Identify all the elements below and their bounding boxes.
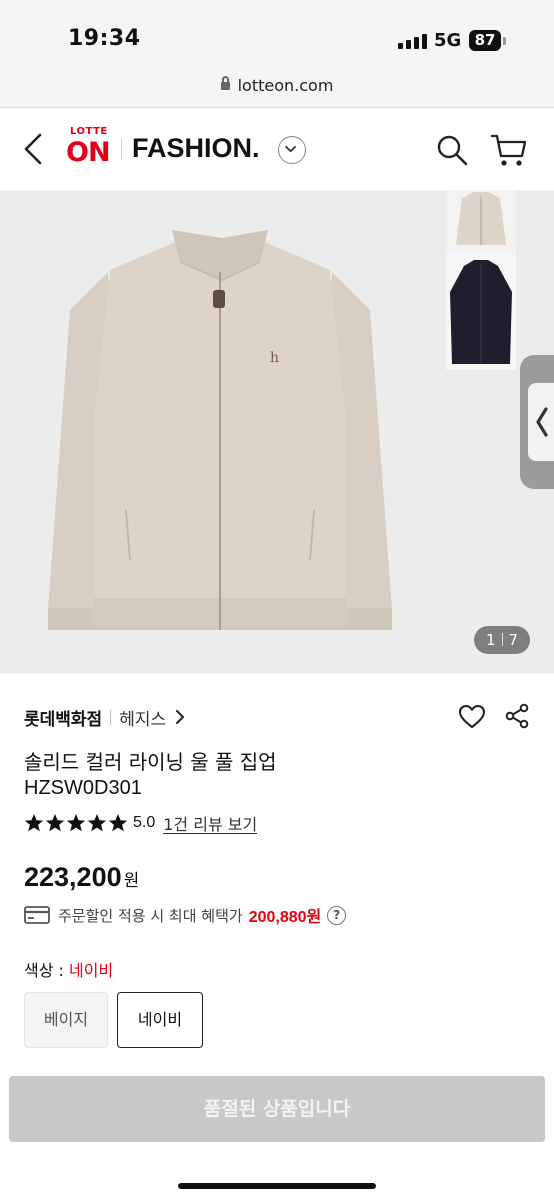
image-counter-total: 7 xyxy=(508,631,519,649)
status-bar: 19:34 5G 87 xyxy=(0,0,554,70)
image-counter: 17 xyxy=(474,626,530,654)
chevron-left-icon xyxy=(536,407,548,437)
chevron-down-icon xyxy=(285,145,296,153)
rating-score: 5.0 xyxy=(133,814,156,831)
max-benefit-row[interactable]: 주문할인 적용 시 최대 혜택가 200,880원 ? xyxy=(24,903,347,927)
help-icon[interactable]: ? xyxy=(327,905,347,925)
svg-text:h: h xyxy=(270,350,279,366)
back-icon[interactable] xyxy=(20,132,48,166)
lock-icon xyxy=(220,76,230,90)
site-header: LOTTE ON FASHION. xyxy=(0,108,554,190)
battery-icon: 87 xyxy=(469,30,501,51)
url-display[interactable]: lotteon.com xyxy=(0,76,554,95)
battery-tip xyxy=(503,37,506,45)
product-image-gallery[interactable]: h 17 xyxy=(0,190,554,674)
card-icon xyxy=(24,906,50,924)
cart-icon[interactable] xyxy=(490,132,528,168)
lotte-on-logo[interactable]: LOTTE ON xyxy=(66,126,116,174)
review-link[interactable]: 1건 리뷰 보기 xyxy=(163,811,257,835)
status-time: 19:34 xyxy=(68,26,141,51)
star-icon xyxy=(66,814,86,832)
heart-icon[interactable] xyxy=(458,704,486,730)
product-code: HZSW0D301 xyxy=(24,777,142,799)
thumbnail-beige-image xyxy=(456,192,506,245)
fashion-section-title[interactable]: FASHION. xyxy=(132,133,260,164)
thumbnail-beige[interactable] xyxy=(446,190,516,260)
store-brand-breadcrumb[interactable]: 롯데백화점 헤지스 xyxy=(24,705,186,730)
benefit-label: 주문할인 적용 시 최대 혜택가 xyxy=(58,906,243,925)
price-currency: 원 xyxy=(123,871,140,891)
home-indicator[interactable] xyxy=(178,1183,376,1189)
rating-row: 5.0 1건 리뷰 보기 xyxy=(24,812,257,834)
color-option-beige[interactable]: 베이지 xyxy=(24,992,108,1048)
star-icon xyxy=(87,814,107,832)
price-row: 223,200 원 xyxy=(24,862,139,893)
product-price: 223,200 xyxy=(24,862,122,892)
star-icon xyxy=(45,814,65,832)
image-counter-current: 1 xyxy=(485,631,496,649)
selected-color: 네이비 xyxy=(69,961,114,980)
color-option-navy[interactable]: 네이비 xyxy=(117,992,203,1048)
url-text: lotteon.com xyxy=(237,76,334,95)
chevron-right-icon xyxy=(176,710,185,724)
color-selection-label: 색상 : 네이비 xyxy=(24,957,113,981)
share-icon[interactable] xyxy=(505,703,529,729)
thumbnail-navy-image xyxy=(450,260,512,364)
header-divider xyxy=(121,138,122,160)
product-main-image[interactable]: h xyxy=(30,220,410,650)
section-dropdown-button[interactable] xyxy=(278,136,306,164)
product-title: 솔리드 컬러 라이닝 울 풀 집업 xyxy=(24,750,277,774)
thumbnail-navy[interactable] xyxy=(446,252,516,370)
network-type: 5G xyxy=(434,30,462,51)
rating-stars xyxy=(24,813,128,833)
star-icon xyxy=(108,814,128,832)
logo-lotte-text: LOTTE xyxy=(70,126,108,137)
color-label: 색상 : xyxy=(24,961,64,980)
benefit-price: 200,880원 xyxy=(248,909,322,926)
signal-icon xyxy=(398,34,427,49)
brand-name[interactable]: 헤지스 xyxy=(119,705,166,730)
address-bar[interactable]: lotteon.com xyxy=(0,70,554,108)
store-name[interactable]: 롯데백화점 xyxy=(24,705,102,730)
breadcrumb-divider xyxy=(110,709,112,725)
side-panel-handle[interactable] xyxy=(520,355,554,489)
logo-on-text: ON xyxy=(66,137,111,168)
sold-out-button[interactable]: 품절된 상품입니다 xyxy=(9,1076,545,1142)
star-icon xyxy=(24,814,44,832)
search-icon[interactable] xyxy=(436,134,468,166)
